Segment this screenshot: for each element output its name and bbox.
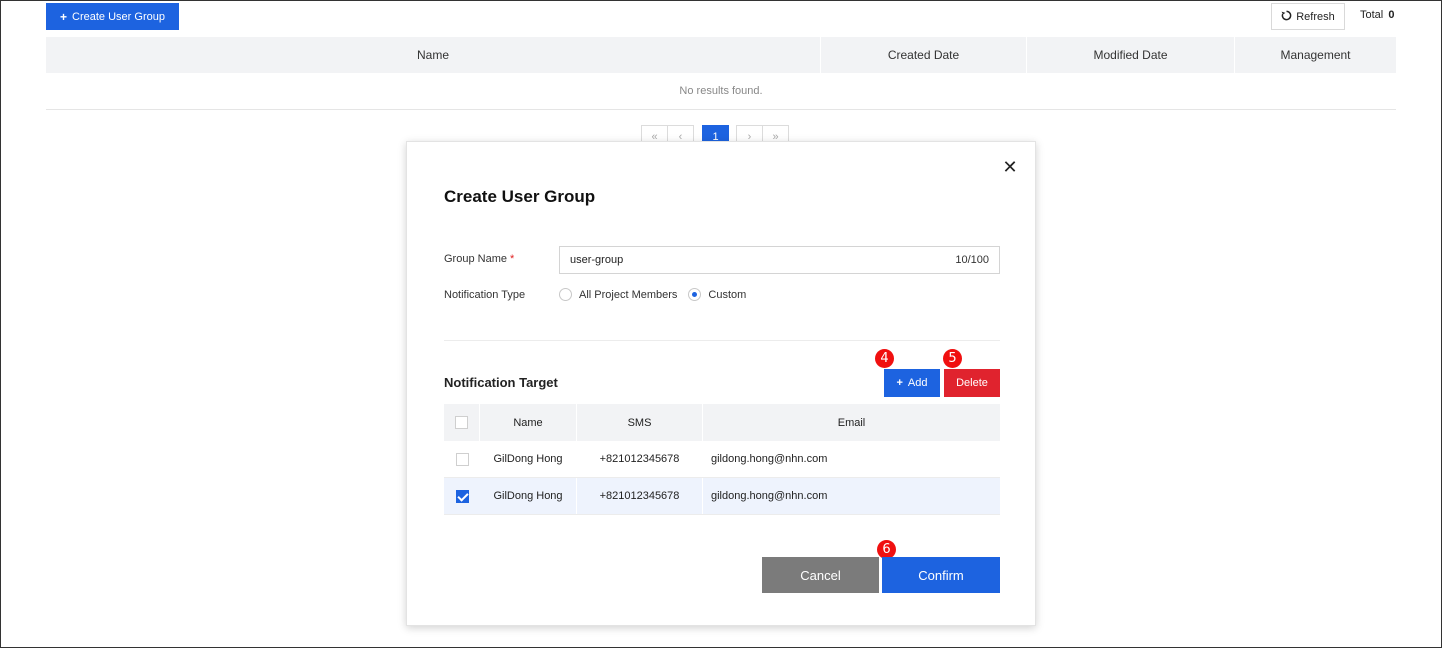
table-header: Name Created Date Modified Date Manageme…	[46, 37, 1396, 73]
close-icon[interactable]: ✕	[1001, 157, 1019, 177]
notification-type-label: Notification Type	[444, 289, 526, 301]
group-name-counter: 10/100	[955, 254, 989, 266]
total-label: Total	[1360, 9, 1384, 21]
select-all-checkbox[interactable]	[455, 416, 468, 429]
step-marker-4: 4	[875, 349, 894, 368]
row-checkbox-cell	[444, 441, 480, 477]
add-target-button[interactable]: + Add	[884, 369, 940, 397]
column-header-management: Management	[1280, 48, 1351, 62]
row-name: GilDong Hong	[480, 478, 577, 514]
notification-target-table: Name SMS Email GilDong Hong +82101234567…	[444, 404, 1000, 515]
target-table-header: Name SMS Email	[444, 404, 1000, 441]
cancel-button[interactable]: Cancel	[762, 557, 879, 593]
create-user-group-label: Create User Group	[72, 10, 165, 23]
group-name-label-text: Group Name	[444, 253, 507, 265]
divider	[444, 340, 1000, 341]
refresh-label: Refresh	[1296, 10, 1335, 23]
column-header-email: Email	[837, 416, 866, 429]
radio-circle-selected	[688, 288, 702, 301]
column-header-target-name: Name	[480, 404, 577, 441]
radio-label: All Project Members	[579, 288, 678, 301]
notification-target-title: Notification Target	[444, 375, 558, 390]
plus-icon: +	[60, 9, 68, 24]
column-header-modified-date[interactable]: Modified Date	[1027, 37, 1235, 73]
add-label: Add	[907, 377, 928, 389]
refresh-icon	[1281, 10, 1292, 24]
empty-message: No results found.	[46, 73, 1396, 110]
group-name-label: Group Name *	[444, 253, 514, 265]
user-group-table: Name Created Date Modified Date Manageme…	[46, 37, 1396, 110]
radio-label: Custom	[708, 288, 747, 301]
total-value: 0	[1388, 9, 1395, 21]
total-count: Total 0	[1360, 9, 1394, 21]
notification-type-group: All Project Members Custom	[559, 288, 757, 301]
column-header-name[interactable]: Name	[46, 37, 821, 73]
create-user-group-dialog: ✕ Create User Group Group Name * user-gro…	[406, 141, 1036, 626]
radio-circle	[559, 288, 572, 301]
refresh-button[interactable]: Refresh	[1271, 3, 1345, 30]
radio-custom[interactable]: Custom	[688, 288, 746, 301]
group-name-input[interactable]: user-group 10/100	[559, 246, 1000, 274]
row-sms: +821012345678	[577, 441, 703, 477]
column-header-sms: SMS	[577, 404, 703, 441]
row-email: gildong.hong@nhn.com	[711, 490, 828, 502]
row-checkbox[interactable]	[455, 452, 469, 466]
row-email: gildong.hong@nhn.com	[711, 453, 828, 465]
row-checkbox-cell	[444, 478, 480, 514]
step-marker-5: 5	[943, 349, 962, 368]
delete-target-button[interactable]: Delete	[944, 369, 1000, 397]
radio-all-project-members[interactable]: All Project Members	[559, 288, 677, 301]
table-row[interactable]: GilDong Hong +821012345678 gildong.hong@…	[444, 441, 1000, 478]
group-name-value: user-group	[570, 254, 624, 266]
confirm-button[interactable]: Confirm	[882, 557, 1000, 593]
required-mark: *	[509, 253, 515, 265]
row-checkbox-checked[interactable]	[455, 489, 469, 503]
dialog-title: Create User Group	[444, 187, 596, 206]
select-all-cell	[444, 404, 480, 441]
column-header-created-date[interactable]: Created Date	[821, 37, 1027, 73]
plus-icon: +	[896, 377, 903, 389]
table-row[interactable]: GilDong Hong +821012345678 gildong.hong@…	[444, 478, 1000, 515]
row-name: GilDong Hong	[480, 441, 577, 477]
row-sms: +821012345678	[577, 478, 703, 514]
create-user-group-button[interactable]: + Create User Group	[46, 3, 179, 30]
